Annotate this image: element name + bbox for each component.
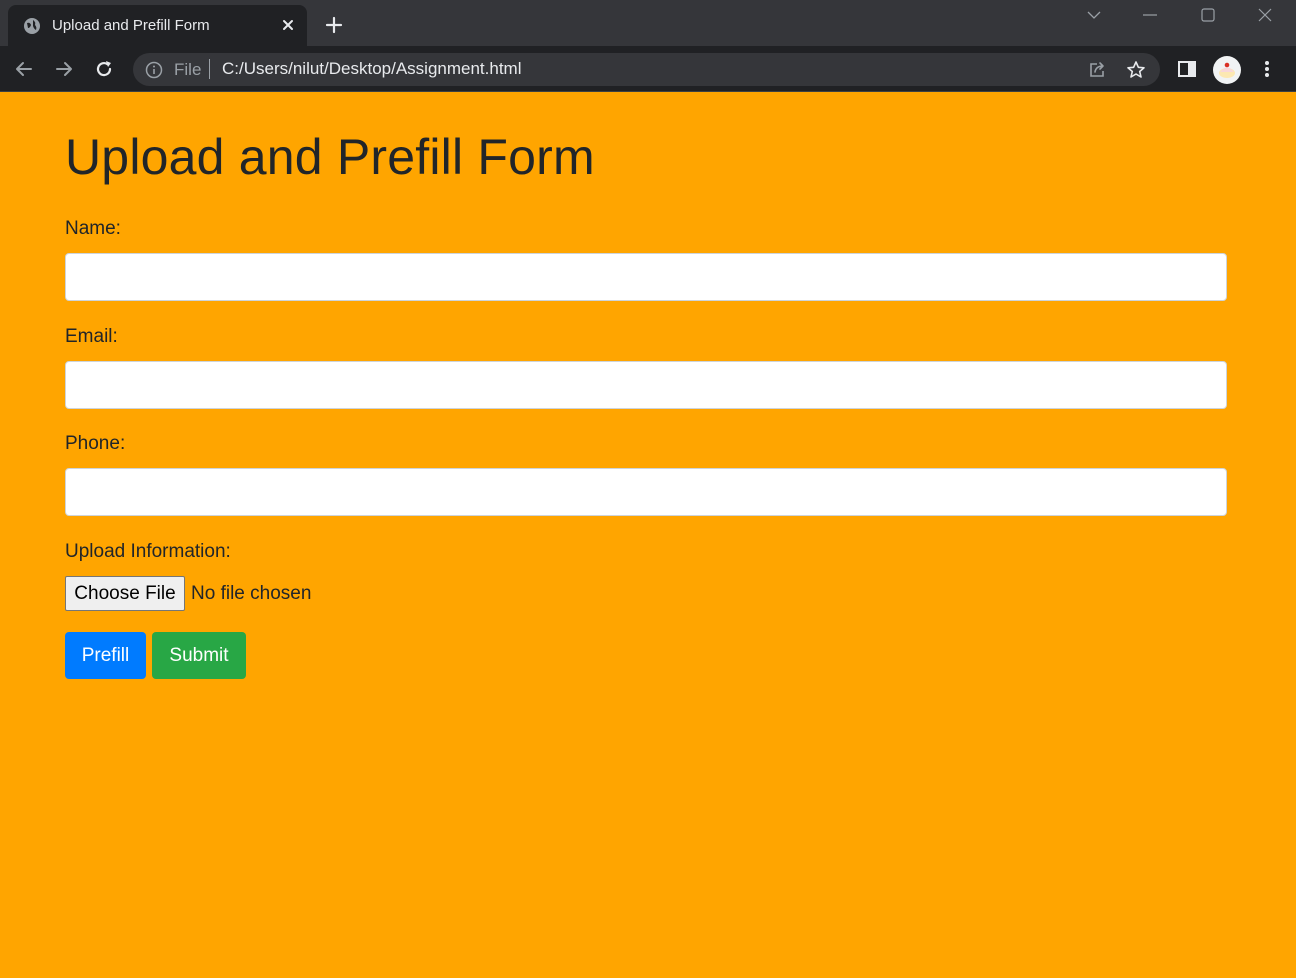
- submit-button[interactable]: Submit: [152, 632, 246, 679]
- browser-toolbar: File C:/Users/nilut/Desktop/Assignment.h…: [0, 46, 1296, 92]
- globe-icon: [24, 18, 40, 34]
- email-input[interactable]: [65, 361, 1227, 409]
- info-icon[interactable]: [145, 61, 163, 79]
- name-input[interactable]: [65, 253, 1227, 301]
- url-text[interactable]: C:/Users/nilut/Desktop/Assignment.html: [222, 59, 522, 79]
- upload-label: Upload Information:: [65, 541, 231, 562]
- maximize-icon[interactable]: [1185, 0, 1231, 30]
- tab-strip: Upload and Prefill Form: [0, 0, 1296, 46]
- browser-tab[interactable]: Upload and Prefill Form: [8, 5, 307, 46]
- phone-input[interactable]: [65, 468, 1227, 516]
- address-separator: [209, 59, 210, 79]
- scheme-label: File: [174, 60, 202, 79]
- tab-search-icon[interactable]: [1071, 0, 1117, 30]
- back-arrow-icon[interactable]: [12, 57, 36, 81]
- choose-file-button[interactable]: Choose File: [65, 576, 185, 611]
- forward-arrow-icon[interactable]: [52, 57, 76, 81]
- email-label: Email:: [65, 326, 118, 347]
- window-close-icon[interactable]: [1242, 0, 1288, 30]
- plus-icon[interactable]: [322, 13, 346, 37]
- avatar[interactable]: [1213, 56, 1241, 84]
- close-icon[interactable]: [278, 15, 298, 35]
- tab-title: Upload and Prefill Form: [52, 17, 210, 34]
- page-title: Upload and Prefill Form: [65, 129, 595, 185]
- name-label: Name:: [65, 218, 121, 239]
- minimize-icon[interactable]: [1127, 0, 1173, 30]
- share-icon[interactable]: [1087, 60, 1107, 80]
- reload-icon[interactable]: [92, 57, 116, 81]
- star-icon[interactable]: [1126, 60, 1146, 80]
- more-icon[interactable]: [1255, 57, 1279, 81]
- address-bar[interactable]: File C:/Users/nilut/Desktop/Assignment.h…: [133, 53, 1160, 86]
- side-panel-icon[interactable]: [1175, 57, 1199, 81]
- phone-label: Phone:: [65, 433, 126, 454]
- file-status-text: No file chosen: [191, 583, 312, 604]
- prefill-button[interactable]: Prefill: [65, 632, 146, 679]
